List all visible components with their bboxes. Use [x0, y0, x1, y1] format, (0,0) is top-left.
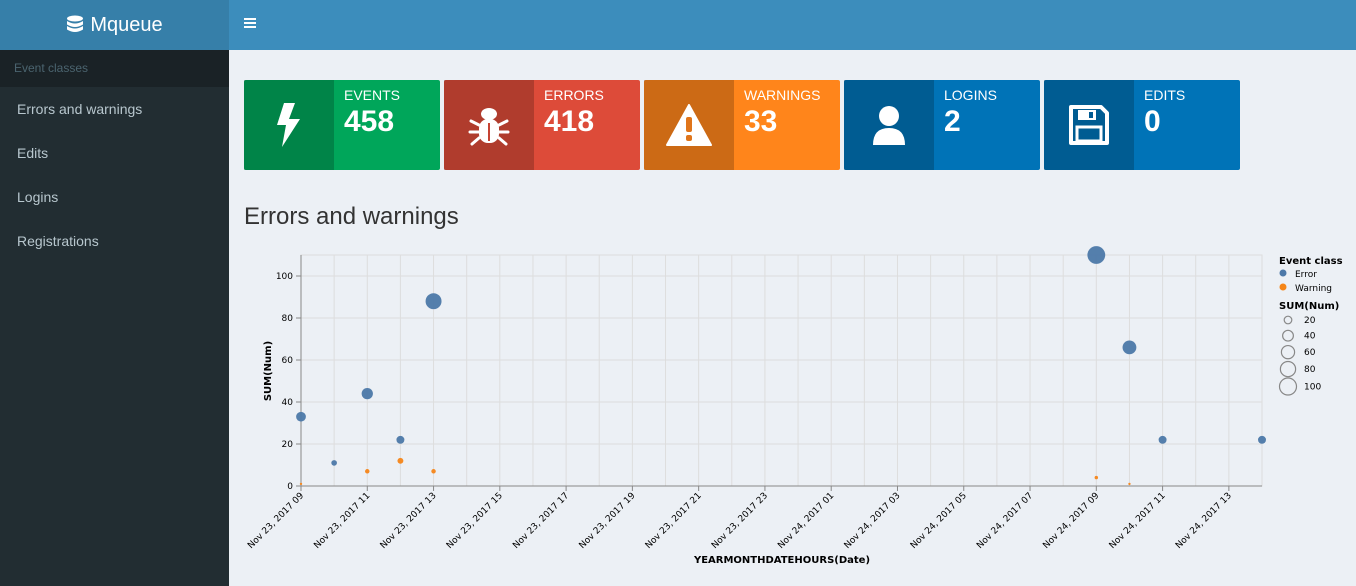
data-point-warning [431, 469, 436, 474]
x-tick-label: Nov 23, 2017 09 [246, 491, 306, 551]
legend-size-label: 100 [1304, 383, 1321, 393]
chart-legend: Event class Error Warning SUM(Num) 20 40 6… [1278, 256, 1343, 396]
warning-icon [644, 80, 734, 170]
sidebar: Mqueue Event classes Errors and warnings… [0, 0, 229, 586]
info-box-label: EVENTS [344, 87, 401, 103]
data-point-error [1122, 340, 1137, 355]
info-box-errors[interactable]: ERRORS 418 [444, 80, 640, 170]
legend-swatch-error [1279, 269, 1287, 277]
chart-points [296, 246, 1266, 486]
legend-label-error: Error [1295, 270, 1317, 280]
info-box-value: 418 [544, 105, 595, 138]
y-tick-label: 100 [276, 272, 293, 282]
data-point-warning [365, 469, 370, 474]
x-tick-label: Nov 24, 2017 05 [909, 491, 969, 551]
x-tick-label: Nov 23, 2017 23 [710, 491, 770, 551]
bug-icon [444, 80, 534, 170]
info-box-value: 458 [344, 105, 395, 138]
legend-size-label: 20 [1304, 316, 1316, 326]
legend-size-circle [1279, 360, 1297, 378]
legend-size-circle [1282, 329, 1294, 342]
x-tick-label: Nov 23, 2017 15 [445, 491, 505, 551]
data-point-error [425, 293, 442, 310]
data-point-error [1158, 435, 1167, 444]
legend-label-warning: Warning [1295, 284, 1332, 294]
data-point-warning [299, 482, 303, 486]
data-point-error [361, 387, 373, 400]
x-tick-label: Nov 23, 2017 21 [644, 491, 704, 551]
y-tick-label: 0 [287, 482, 293, 492]
legend-size-circle [1283, 315, 1293, 325]
data-point-error [396, 435, 405, 444]
x-tick-label: Nov 24, 2017 11 [1108, 491, 1168, 551]
x-tick-label: Nov 23, 2017 17 [511, 491, 571, 551]
y-tick-label: 80 [282, 314, 294, 324]
info-box-value: 0 [1144, 105, 1161, 138]
sidebar-item-logins[interactable]: Logins [0, 175, 229, 219]
data-point-error [1087, 246, 1106, 264]
x-tick-label: Nov 24, 2017 01 [776, 491, 836, 551]
info-box-value: 2 [944, 105, 961, 138]
x-axis-title: YEARMONTHDATEHOURS(Date) [693, 555, 870, 566]
data-point-error [331, 460, 337, 466]
info-box-value: 33 [744, 105, 778, 138]
app-logo[interactable]: Mqueue [0, 0, 229, 50]
top-navbar [229, 0, 1356, 50]
info-box-edits[interactable]: EDITS 0 [1044, 80, 1240, 170]
info-box-logins[interactable]: LOGINS 2 [844, 80, 1040, 170]
y-tick-label: 20 [282, 440, 294, 450]
x-tick-label: Nov 23, 2017 19 [578, 491, 638, 551]
user-icon [844, 80, 934, 170]
bolt-icon [244, 80, 334, 170]
y-tick-label: 40 [282, 398, 294, 408]
data-point-error [296, 411, 306, 422]
plot-frame [300, 254, 1263, 487]
sidebar-item-label: Logins [17, 189, 59, 205]
info-box-label: LOGINS [944, 87, 997, 103]
data-point-warning [1128, 482, 1131, 486]
sidebar-item-registrations[interactable]: Registrations [0, 219, 229, 263]
info-box-warnings[interactable]: WARNINGS 33 [644, 80, 840, 170]
data-point-warning [1094, 475, 1099, 480]
section-title: Errors and warnings [244, 203, 459, 230]
chart-grid [300, 254, 1263, 487]
x-tick-label: Nov 23, 2017 11 [312, 491, 372, 551]
legend-size-circle [1280, 344, 1296, 360]
menu-toggle-icon[interactable] [244, 18, 256, 30]
app-title: Mqueue [90, 13, 163, 36]
x-tick-label: Nov 24, 2017 13 [1174, 491, 1234, 551]
info-box-label: ERRORS [544, 87, 604, 103]
info-box-label: EDITS [1144, 87, 1186, 103]
legend-size-label: 60 [1304, 348, 1316, 358]
database-icon [67, 15, 84, 32]
x-tick-label: Nov 23, 2017 13 [379, 491, 439, 551]
y-tick-label: 60 [282, 356, 294, 366]
chart-axes: 020406080100Nov 23, 2017 09 Nov 23, 2017 … [246, 255, 1262, 551]
sidebar-item-label: Errors and warnings [17, 101, 143, 117]
info-box-label: WARNINGS [744, 87, 821, 103]
save-icon [1044, 80, 1134, 170]
x-tick-label: Nov 24, 2017 03 [843, 491, 903, 551]
info-box-events[interactable]: EVENTS 458 [244, 80, 440, 170]
data-point-warning [397, 457, 404, 464]
sidebar-item-errors-and-warnings[interactable]: Errors and warnings [0, 87, 229, 131]
errors-warnings-scatter-chart: 020406080100Nov 23, 2017 09 Nov 23, 2017 … [246, 246, 1343, 566]
sidebar-item-label: Edits [17, 145, 49, 161]
sidebar-item-label: Registrations [17, 233, 99, 249]
legend-size-label: 40 [1304, 332, 1316, 342]
legend-size-label: 80 [1304, 365, 1316, 375]
legend-color-title: Event class [1279, 256, 1343, 267]
sidebar-item-edits[interactable]: Edits [0, 131, 229, 175]
size-legend-items: 20 40 60 80 100 [1278, 315, 1321, 396]
x-tick-label: Nov 24, 2017 07 [975, 491, 1035, 551]
legend-size-circle [1278, 377, 1298, 396]
legend-swatch-warning [1279, 283, 1287, 291]
legend-size-title: SUM(Num) [1279, 301, 1339, 312]
sidebar-header: Event classes [0, 50, 229, 87]
y-axis-title: SUM(Num) [263, 341, 274, 401]
data-point-error [1258, 435, 1266, 444]
x-tick-label: Nov 24, 2017 09 [1041, 491, 1101, 551]
